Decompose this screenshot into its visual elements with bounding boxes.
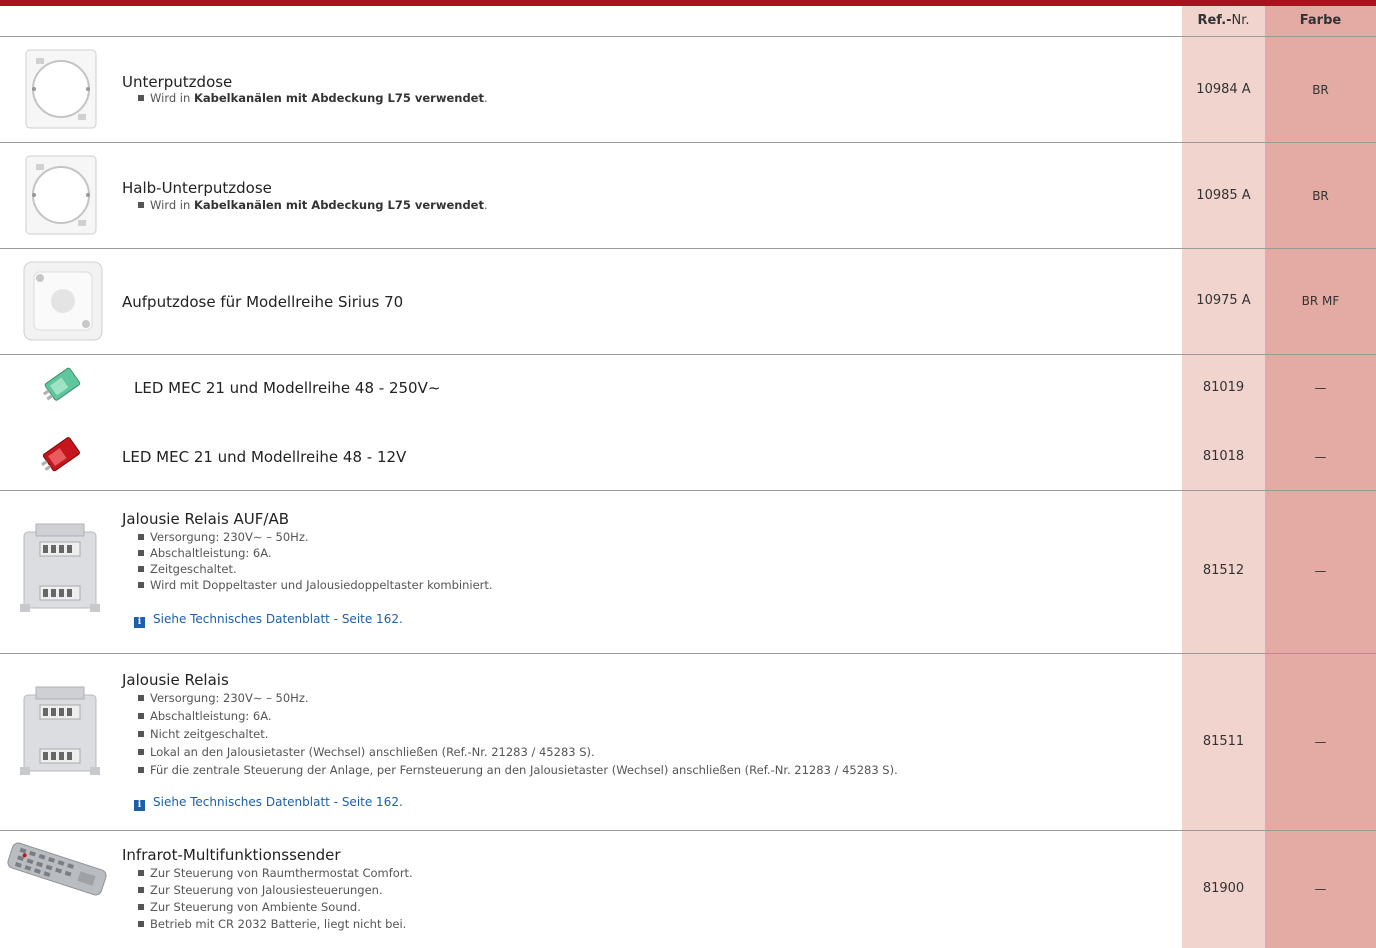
red-led-image	[41, 437, 80, 472]
half-flush-box-image	[25, 155, 97, 235]
product-bullet: Wird in Kabelkanälen mit Abdeckung L75 v…	[138, 198, 488, 213]
product-bullet: Nicht zeitgeschaltet.	[138, 727, 268, 742]
color-code: —	[1314, 564, 1327, 578]
color-code: BR	[1312, 189, 1329, 203]
product-bullet: Zeitgeschaltet.	[138, 562, 237, 577]
row-separator	[0, 248, 1376, 249]
product-bullet: Wird in Kabelkanälen mit Abdeckung L75 v…	[138, 91, 488, 106]
product-title: Jalousie Relais AUF/AB	[122, 510, 290, 528]
remote-control-image	[7, 842, 107, 896]
row-separator	[0, 142, 1376, 143]
farbe-column-header: Farbe	[1299, 13, 1342, 28]
color-code: —	[1314, 450, 1327, 464]
ref-number: 81018	[1202, 449, 1245, 464]
product-bullet: Versorgung: 230V∼ – 50Hz.	[138, 691, 309, 706]
product-bullet: Wird mit Doppeltaster und Jalousiedoppel…	[138, 578, 493, 593]
product-title: LED MEC 21 und Modellreihe 48 - 12V	[122, 448, 407, 466]
product-bullet: Zur Steuerung von Jalousiesteuerungen.	[138, 883, 383, 898]
product-bullet: Zur Steuerung von Raumthermostat Comfort…	[138, 866, 413, 881]
ref-number: 81512	[1202, 563, 1245, 578]
product-bullet: Abschaltleistung: 6A.	[138, 546, 272, 561]
row-separator	[0, 36, 1376, 37]
product-bullet: Versorgung: 230V∼ – 50Hz.	[138, 530, 309, 545]
ref-number: 81019	[1202, 380, 1245, 395]
flush-box-image	[25, 49, 97, 129]
ref-number: 81900	[1202, 881, 1245, 896]
product-title: Halb-Unterputzdose	[122, 179, 272, 197]
row-separator	[0, 354, 1376, 355]
product-bullet: Betrieb mit CR 2032 Batterie, liegt nich…	[138, 917, 406, 932]
relay-image	[20, 523, 100, 612]
color-code: —	[1314, 381, 1327, 395]
surface-box-image	[23, 261, 103, 341]
top-accent-bar	[0, 0, 1376, 6]
product-title: Infrarot-Multifunktionssender	[122, 846, 341, 864]
product-title: LED MEC 21 und Modellreihe 48 - 250V∼	[134, 379, 441, 397]
ref-number: 10975 A	[1196, 293, 1251, 308]
info-icon: i	[134, 800, 145, 811]
ref-number: 81511	[1202, 734, 1245, 749]
ref-column-background	[1182, 6, 1265, 948]
farbe-column-background	[1265, 6, 1376, 948]
color-code: BR	[1312, 83, 1329, 97]
color-code: —	[1314, 882, 1327, 896]
product-title: Jalousie Relais	[122, 671, 229, 689]
color-code: —	[1314, 735, 1327, 749]
row-separator	[0, 490, 1376, 491]
product-bullet: Für die zentrale Steuerung der Anlage, p…	[138, 763, 898, 778]
product-title: Unterputzdose	[122, 73, 233, 91]
green-led-image	[42, 367, 81, 401]
info-icon: i	[134, 617, 145, 628]
ref-number: 10985 A	[1196, 188, 1251, 203]
product-bullet: Lokal an den Jalousietaster (Wechsel) an…	[138, 745, 595, 760]
datasheet-link[interactable]: i Siehe Technisches Datenblatt - Seite 16…	[134, 795, 403, 811]
color-code: BR MF	[1301, 294, 1340, 308]
relay-image	[20, 686, 100, 775]
ref-number: 10984 A	[1196, 82, 1251, 97]
product-bullet: Abschaltleistung: 6A.	[138, 709, 272, 724]
product-title: Aufputzdose für Modellreihe Sirius 70	[122, 293, 404, 311]
product-bullet: Zur Steuerung von Ambiente Sound.	[138, 900, 361, 915]
row-separator	[0, 653, 1376, 654]
datasheet-link[interactable]: i Siehe Technisches Datenblatt - Seite 16…	[134, 612, 403, 628]
ref-column-header: Ref.-Nr.	[1197, 13, 1250, 28]
row-separator	[0, 830, 1376, 831]
